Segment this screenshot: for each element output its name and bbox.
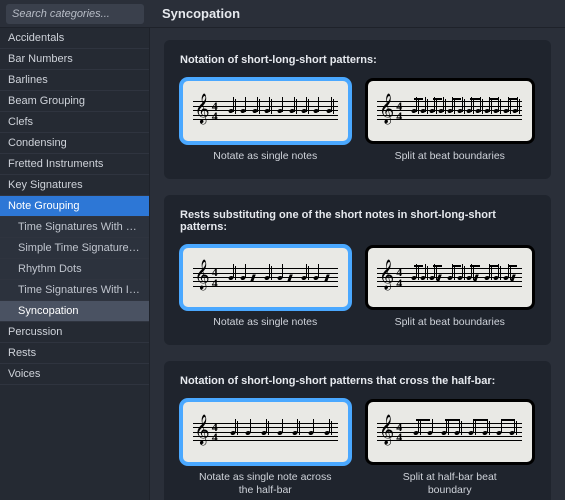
settings-section: Notation of short-long-short patterns th… xyxy=(164,361,551,500)
note-icon xyxy=(261,260,273,296)
notation-option-thumb[interactable]: 𝄞44 xyxy=(365,245,536,311)
sidebar-subitem[interactable]: Time Signatures With Irr… xyxy=(0,280,149,301)
time-signature: 44 xyxy=(212,422,218,442)
note-icon xyxy=(322,93,334,129)
treble-clef-icon: 𝄞 xyxy=(379,417,394,443)
beam-icon xyxy=(433,265,442,267)
sidebar-category[interactable]: Condensing xyxy=(0,133,149,154)
treble-clef-icon: 𝄞 xyxy=(194,262,209,288)
note-icon xyxy=(225,414,241,450)
treble-clef-icon: 𝄞 xyxy=(379,262,394,288)
note-icon xyxy=(225,93,237,129)
treble-clef-icon: 𝄞 xyxy=(194,96,209,122)
note-icon xyxy=(310,93,322,129)
notation-option-label: Notate as single note across the half-ba… xyxy=(195,471,335,497)
note-icon xyxy=(225,260,237,296)
search-input[interactable] xyxy=(6,4,144,24)
page-title: Syncopation xyxy=(150,0,565,28)
sidebar-subitem[interactable]: Syncopation xyxy=(0,301,149,322)
notation-option-thumb[interactable]: 𝄞44 xyxy=(180,78,351,144)
section-title: Notation of short-long-short patterns th… xyxy=(180,375,535,387)
section-title: Notation of short-long-short patterns: xyxy=(180,54,535,66)
notation-option-label: Notate as single notes xyxy=(213,316,317,329)
time-signature: 44 xyxy=(396,267,402,287)
rest-icon xyxy=(249,260,261,296)
rest-icon xyxy=(322,260,334,296)
beam-icon xyxy=(473,419,487,421)
sidebar-category[interactable]: Percussion xyxy=(0,322,149,343)
note-icon xyxy=(298,260,310,296)
beam-icon xyxy=(470,265,479,267)
note-icon xyxy=(319,414,335,450)
time-signature: 44 xyxy=(212,101,218,121)
sidebar-category[interactable]: Barlines xyxy=(0,70,149,91)
note-icon xyxy=(303,414,319,450)
sidebar-category[interactable]: Clefs xyxy=(0,112,149,133)
beam-icon xyxy=(470,98,479,100)
rest-icon xyxy=(286,260,298,296)
note-icon xyxy=(237,93,249,129)
notation-option-label: Split at beat boundaries xyxy=(395,150,505,163)
settings-section: Rests substituting one of the short note… xyxy=(164,195,551,346)
beam-icon xyxy=(508,98,517,100)
sidebar-category[interactable]: Accidentals xyxy=(0,28,149,49)
beam-icon xyxy=(508,265,517,267)
beam-icon xyxy=(489,98,498,100)
sidebar-subitem[interactable]: Rhythm Dots xyxy=(0,259,149,280)
notation-option-label: Split at beat boundaries xyxy=(395,316,505,329)
sidebar-category[interactable]: Note Grouping xyxy=(0,196,149,217)
note-icon xyxy=(256,414,272,450)
beam-icon xyxy=(445,419,459,421)
note-icon xyxy=(240,414,256,450)
sidebar-category[interactable]: Bar Numbers xyxy=(0,49,149,70)
note-icon xyxy=(261,93,273,129)
note-icon xyxy=(286,93,298,129)
time-signature: 44 xyxy=(212,267,218,287)
sidebar-category[interactable]: Voices xyxy=(0,364,149,385)
notation-option: 𝄞44 Notate as single notes xyxy=(180,245,351,330)
note-icon xyxy=(237,260,249,296)
beam-icon xyxy=(416,419,430,421)
treble-clef-icon: 𝄞 xyxy=(379,96,394,122)
note-icon xyxy=(288,414,304,450)
notation-option: 𝄞44 Split at half-bar beat boundary xyxy=(365,399,536,497)
sidebar-subitem[interactable]: Time Signatures With Hal… xyxy=(0,217,149,238)
notation-option-thumb[interactable]: 𝄞44 xyxy=(180,399,351,465)
note-icon xyxy=(249,93,261,129)
treble-clef-icon: 𝄞 xyxy=(194,417,209,443)
note-icon xyxy=(274,260,286,296)
sidebar-subitem[interactable]: Simple Time Signatures W… xyxy=(0,238,149,259)
notation-option-thumb[interactable]: 𝄞44 xyxy=(365,78,536,144)
beam-icon xyxy=(452,98,461,100)
beam-icon xyxy=(414,98,423,100)
sidebar-category[interactable]: Beam Grouping xyxy=(0,91,149,112)
note-icon xyxy=(310,260,322,296)
note-icon xyxy=(274,93,286,129)
settings-section: Notation of short-long-short patterns:𝄞4… xyxy=(164,40,551,179)
notation-option-thumb[interactable]: 𝄞44 xyxy=(365,399,536,465)
notation-option: 𝄞44 Notate as single note across the half… xyxy=(180,399,351,497)
notation-option: 𝄞44 Split at beat boundaries xyxy=(365,78,536,163)
section-title: Rests substituting one of the short note… xyxy=(180,209,535,233)
beam-icon xyxy=(433,98,442,100)
notation-option-thumb[interactable]: 𝄞44 xyxy=(180,245,351,311)
sidebar-category[interactable]: Fretted Instruments xyxy=(0,154,149,175)
content-pane: Notation of short-long-short patterns:𝄞4… xyxy=(150,28,565,500)
note-icon xyxy=(298,93,310,129)
category-sidebar: AccidentalsBar NumbersBarlinesBeam Group… xyxy=(0,28,150,500)
beam-icon xyxy=(414,265,423,267)
beam-icon xyxy=(489,265,498,267)
notation-option: 𝄞44 Split at beat boundaries xyxy=(365,245,536,330)
sidebar-category[interactable]: Rests xyxy=(0,343,149,364)
beam-icon xyxy=(452,265,461,267)
notation-option-label: Split at half-bar beat boundary xyxy=(380,471,520,497)
time-signature: 44 xyxy=(396,101,402,121)
notation-option: 𝄞44 Notate as single notes xyxy=(180,78,351,163)
beam-icon xyxy=(501,419,515,421)
time-signature: 44 xyxy=(396,422,402,442)
sidebar-category[interactable]: Key Signatures xyxy=(0,175,149,196)
notation-option-label: Notate as single notes xyxy=(213,150,317,163)
note-icon xyxy=(272,414,288,450)
